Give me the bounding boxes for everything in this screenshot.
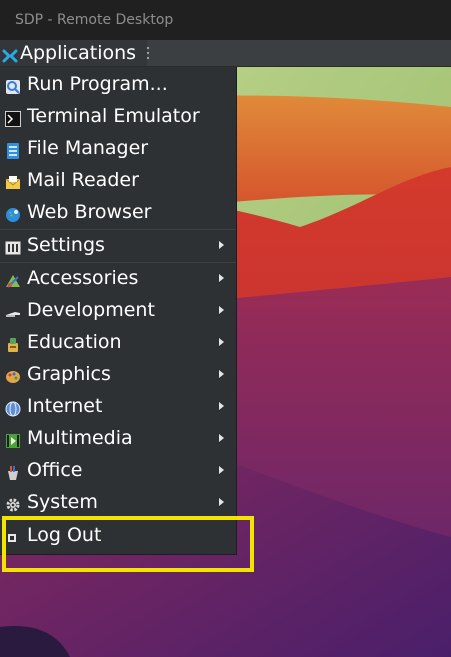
menu-item-education[interactable]: Education — [0, 327, 236, 359]
settings-icon — [5, 239, 21, 255]
applications-menu-button[interactable]: Applications — [0, 40, 147, 66]
applications-label: Applications — [20, 42, 137, 64]
menu-item-graphics[interactable]: Graphics — [0, 359, 236, 391]
menu-item-system[interactable]: System — [0, 487, 236, 519]
menu-item-label: Mail Reader — [27, 169, 139, 191]
menu-item-label: Graphics — [27, 363, 111, 385]
window-title: SDP - Remote Desktop — [15, 12, 174, 28]
log-out-icon — [5, 529, 21, 545]
graphics-icon — [5, 368, 21, 384]
menu-item-label: Web Browser — [27, 201, 152, 223]
multimedia-icon — [5, 432, 21, 448]
menu-item-web-browser[interactable]: Web Browser — [0, 197, 236, 229]
file-manager-icon — [5, 142, 21, 159]
menu-item-label: Accessories — [27, 267, 139, 289]
menu-item-label: Settings — [27, 234, 105, 256]
menu-item-development[interactable]: Development — [0, 295, 236, 327]
mail-icon — [5, 174, 21, 190]
menu-item-terminal-emulator[interactable]: Terminal Emulator — [0, 101, 236, 133]
menu-item-label: Terminal Emulator — [27, 105, 200, 127]
menu-item-label: File Manager — [27, 137, 149, 159]
education-icon — [5, 336, 21, 352]
gear-icon — [5, 496, 21, 512]
menu-item-settings[interactable]: Settings — [0, 230, 236, 262]
submenu-arrow-icon — [219, 370, 224, 378]
menu-item-label: Run Program... — [27, 73, 168, 95]
menu-item-accessories[interactable]: Accessories — [0, 263, 236, 295]
submenu-arrow-icon — [219, 338, 224, 346]
window-titlebar: SDP - Remote Desktop — [0, 0, 451, 40]
submenu-arrow-icon — [219, 241, 224, 249]
applications-menu: Run Program... Terminal Emulator File Ma… — [0, 67, 237, 555]
submenu-arrow-icon — [219, 466, 224, 474]
menu-item-label: Log Out — [27, 524, 102, 546]
menu-item-run-program[interactable]: Run Program... — [0, 69, 236, 101]
menu-item-label: Internet — [27, 395, 103, 417]
submenu-arrow-icon — [219, 402, 224, 410]
menu-item-multimedia[interactable]: Multimedia — [0, 423, 236, 455]
submenu-arrow-icon — [219, 274, 224, 282]
web-browser-icon — [5, 206, 21, 222]
menu-item-office[interactable]: Office — [0, 455, 236, 487]
top-panel: Applications — [0, 40, 451, 67]
run-program-icon — [5, 78, 21, 94]
menu-item-label: Education — [27, 331, 122, 353]
menu-item-label: Multimedia — [27, 427, 133, 449]
remote-desktop-window: SDP - Remote Desktop Applications Run Pr… — [0, 0, 451, 657]
menu-item-label: Office — [27, 459, 83, 481]
submenu-arrow-icon — [219, 306, 224, 314]
submenu-arrow-icon — [219, 498, 224, 506]
submenu-arrow-icon — [219, 434, 224, 442]
menu-item-label: Development — [27, 299, 155, 321]
terminal-icon — [5, 110, 21, 127]
menu-item-log-out[interactable]: Log Out — [0, 520, 236, 552]
panel-drag-handle[interactable] — [147, 46, 150, 60]
menu-item-internet[interactable]: Internet — [0, 391, 236, 423]
menu-item-file-manager[interactable]: File Manager — [0, 133, 236, 165]
accessories-icon — [5, 272, 21, 288]
internet-icon — [5, 400, 21, 417]
menu-item-label: System — [27, 491, 98, 513]
development-icon — [5, 304, 21, 320]
menu-item-mail-reader[interactable]: Mail Reader — [0, 165, 236, 197]
office-icon — [5, 464, 21, 480]
